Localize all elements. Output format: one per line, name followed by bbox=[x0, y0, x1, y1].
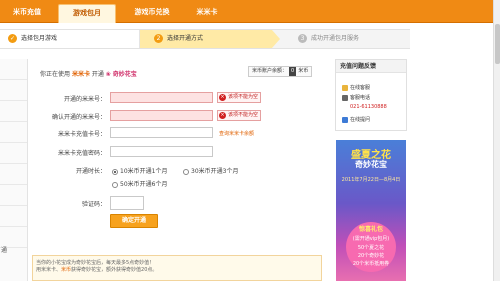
banner-subtitle: 奇妙花宝 bbox=[355, 160, 387, 169]
notice-line-2: 用米米卡、米币获得奇妙花宝，额外获得奇妙值20点。 bbox=[36, 267, 318, 274]
banner-gift-item: 20个米币抵用券 bbox=[352, 261, 390, 267]
step-3: 3 成功开通包月服务 bbox=[290, 30, 410, 48]
vertical-scrollbar[interactable] bbox=[493, 0, 500, 281]
progress-steps: ✓ 选择包月游戏 2 选择开通方式 3 成功开通包月服务 bbox=[0, 29, 410, 49]
banner-gift-item: 20个奇妙花 bbox=[357, 253, 385, 259]
using-product: 奇妙花宝 bbox=[112, 71, 137, 78]
help-item-label: 在线提问 bbox=[350, 117, 371, 123]
step-label: 选择包月游戏 bbox=[21, 35, 58, 42]
duration-option-1[interactable]: 10米币开通1个月 bbox=[112, 166, 167, 175]
captcha-label: 验证码： bbox=[81, 201, 106, 208]
sidebar-row[interactable] bbox=[0, 164, 27, 185]
check-icon: ✓ bbox=[8, 34, 17, 43]
balance-label: 米币账户余额： bbox=[252, 68, 288, 74]
step-1: ✓ 选择包月游戏 bbox=[0, 30, 140, 48]
service-phone-label: 客服电话 bbox=[342, 94, 370, 101]
notice-line-1: 当你的小花宝成为奇妙花宝后，每天最多5点奇妙值！ bbox=[36, 260, 155, 266]
duration-option-3[interactable]: 30米币开通3个月 bbox=[183, 166, 238, 175]
banner-gift-item: 50个夏之花 bbox=[357, 245, 385, 251]
notice-box: 当你的小花宝成为奇妙花宝后，每天最多5点奇妙值！ 用米米卡、米币获得奇妙花宝，额… bbox=[32, 255, 322, 281]
submit-button[interactable]: 确定开通 bbox=[110, 214, 158, 228]
radio-label: 10米币开通1个月 bbox=[120, 168, 168, 175]
mimi-id-input[interactable] bbox=[110, 92, 213, 103]
sidebar-row[interactable] bbox=[0, 122, 27, 143]
banner-gift-sub: (需开通vip包月) bbox=[352, 236, 390, 242]
notice-text: 用米米卡、 bbox=[36, 267, 62, 273]
step-label: 成功开通包月服务 bbox=[311, 35, 360, 42]
duration-label: 开通时长： bbox=[75, 168, 106, 175]
using-line: 你正在使用 米米卡 开通 ❀ 奇妙花宝 bbox=[40, 69, 137, 78]
sidebar-row[interactable] bbox=[0, 185, 27, 206]
promo-banner[interactable]: 盛夏之花 奇妙花宝 2011年7月22日—8月4日 惊喜礼包 (需开通vip包月… bbox=[336, 140, 406, 281]
captcha-input[interactable] bbox=[110, 196, 144, 210]
top-nav: 米币充值 游戏包月 游戏币兑换 米米卡 bbox=[0, 0, 500, 23]
question-icon bbox=[342, 116, 348, 123]
step-number-icon: 2 bbox=[154, 34, 163, 43]
sidebar-item-label[interactable]: 通 bbox=[1, 245, 7, 254]
notice-highlight: 米币 bbox=[61, 267, 72, 273]
service-phone-number: 021-61130888 bbox=[350, 104, 387, 110]
banner-gift-title: 惊喜礼包 bbox=[358, 226, 383, 233]
balance-box: 米币账户余额： 0 米币 bbox=[248, 66, 313, 77]
card-number-label: 米米卡充值卡号： bbox=[57, 131, 106, 138]
balance-unit: 米币 bbox=[298, 68, 309, 74]
help-item-label: 客服电话 bbox=[350, 95, 371, 101]
tab-mimi-card[interactable]: 米米卡 bbox=[188, 4, 226, 23]
sidebar-row[interactable] bbox=[0, 143, 27, 164]
check-balance-link[interactable]: 查询米米卡余额 bbox=[219, 130, 254, 137]
using-action: 开通 bbox=[91, 71, 104, 78]
card-password-input[interactable] bbox=[110, 146, 213, 157]
mimi-id-label: 开通的米米号： bbox=[63, 96, 106, 103]
online-question-link[interactable]: 在线提问 bbox=[342, 116, 370, 123]
chat-icon bbox=[342, 84, 348, 91]
scrollbar-thumb[interactable] bbox=[495, 24, 500, 64]
help-panel: 充值问题反馈 在线客服 客服电话 021-61130888 在线提问 bbox=[335, 59, 407, 131]
duration-option-6[interactable]: 50米币开通6个月 bbox=[112, 179, 167, 188]
using-prefix: 你正在使用 bbox=[40, 71, 71, 78]
radio-label: 30米币开通3个月 bbox=[191, 168, 239, 175]
radio-button[interactable] bbox=[112, 168, 118, 175]
error-icon: × bbox=[219, 112, 226, 119]
tab-game-coin-exchange[interactable]: 游戏币兑换 bbox=[126, 4, 178, 23]
sidebar-row[interactable] bbox=[0, 59, 27, 80]
step-arrow bbox=[272, 30, 280, 48]
sidebar-row[interactable] bbox=[0, 101, 27, 122]
radio-button[interactable] bbox=[183, 168, 189, 175]
balance-value: 0 bbox=[289, 67, 297, 76]
main-form: 你正在使用 米米卡 开通 ❀ 奇妙花宝 米币账户余额： 0 米币 开通的米米号： ×… bbox=[28, 59, 328, 281]
step-2: 2 选择开通方式 bbox=[140, 30, 272, 48]
mimi-id-error: × 该项不能为空 bbox=[217, 92, 262, 103]
step-label: 选择开通方式 bbox=[167, 35, 204, 42]
error-icon: × bbox=[219, 94, 226, 101]
error-text: 该项不能为空 bbox=[228, 112, 259, 118]
help-title: 充值问题反馈 bbox=[336, 60, 406, 73]
online-service-link[interactable]: 在线客服 bbox=[342, 84, 370, 91]
notice-text: 获得奇妙花宝，额外获得奇妙值20点。 bbox=[71, 267, 158, 273]
confirm-mimi-id-label: 确认开通的米米号： bbox=[51, 114, 106, 121]
error-text: 该项不能为空 bbox=[228, 94, 259, 100]
card-password-label: 米米卡充值密码： bbox=[57, 150, 106, 157]
using-brand: 米米卡 bbox=[71, 71, 90, 78]
tab-recharge[interactable]: 米币充值 bbox=[4, 4, 50, 23]
help-item-label: 在线客服 bbox=[350, 85, 371, 91]
flower-icon: ❀ bbox=[105, 71, 111, 78]
confirm-mimi-id-input[interactable] bbox=[110, 110, 213, 121]
confirm-mimi-id-error: × 该项不能为空 bbox=[217, 110, 262, 121]
radio-label: 50米币开通6个月 bbox=[120, 181, 168, 188]
radio-button[interactable] bbox=[112, 181, 118, 188]
sidebar-row[interactable] bbox=[0, 206, 27, 227]
sidebar-row[interactable] bbox=[0, 80, 27, 101]
phone-icon bbox=[342, 94, 348, 101]
step-number-icon: 3 bbox=[298, 34, 307, 43]
banner-date: 2011年7月22日—8月4日 bbox=[341, 177, 401, 183]
card-number-input[interactable] bbox=[110, 127, 213, 138]
tab-game-monthly[interactable]: 游戏包月 bbox=[58, 4, 116, 23]
